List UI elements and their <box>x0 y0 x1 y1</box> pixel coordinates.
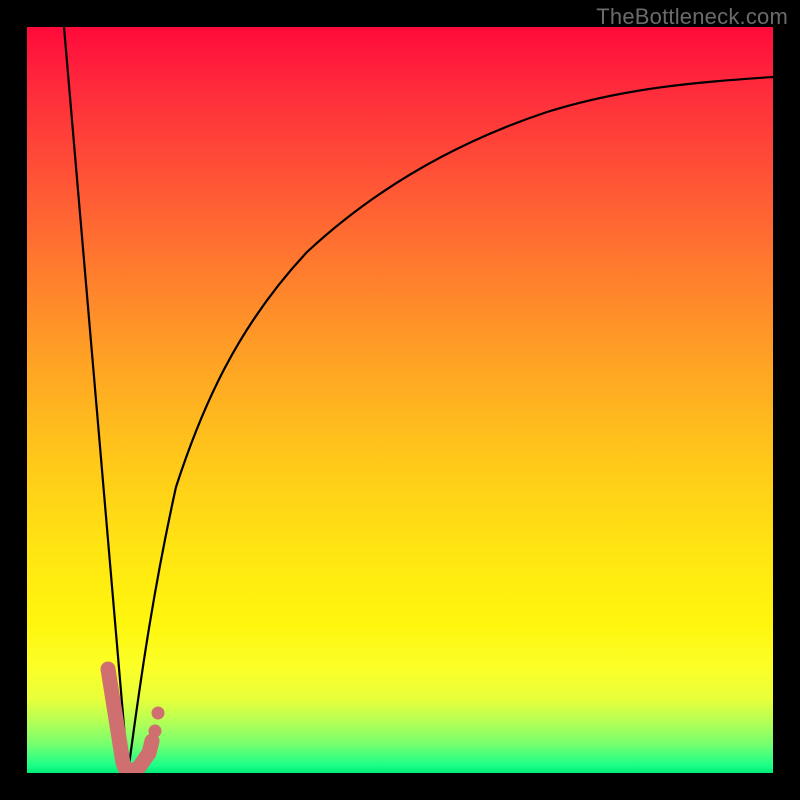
chart-frame: TheBottleneck.com <box>0 0 800 800</box>
salmon-dot-2 <box>152 707 165 720</box>
salmon-dot-1 <box>149 725 162 738</box>
log-curve <box>128 77 773 773</box>
left-line <box>64 27 128 773</box>
chart-svg <box>27 27 773 773</box>
plot-area <box>27 27 773 773</box>
